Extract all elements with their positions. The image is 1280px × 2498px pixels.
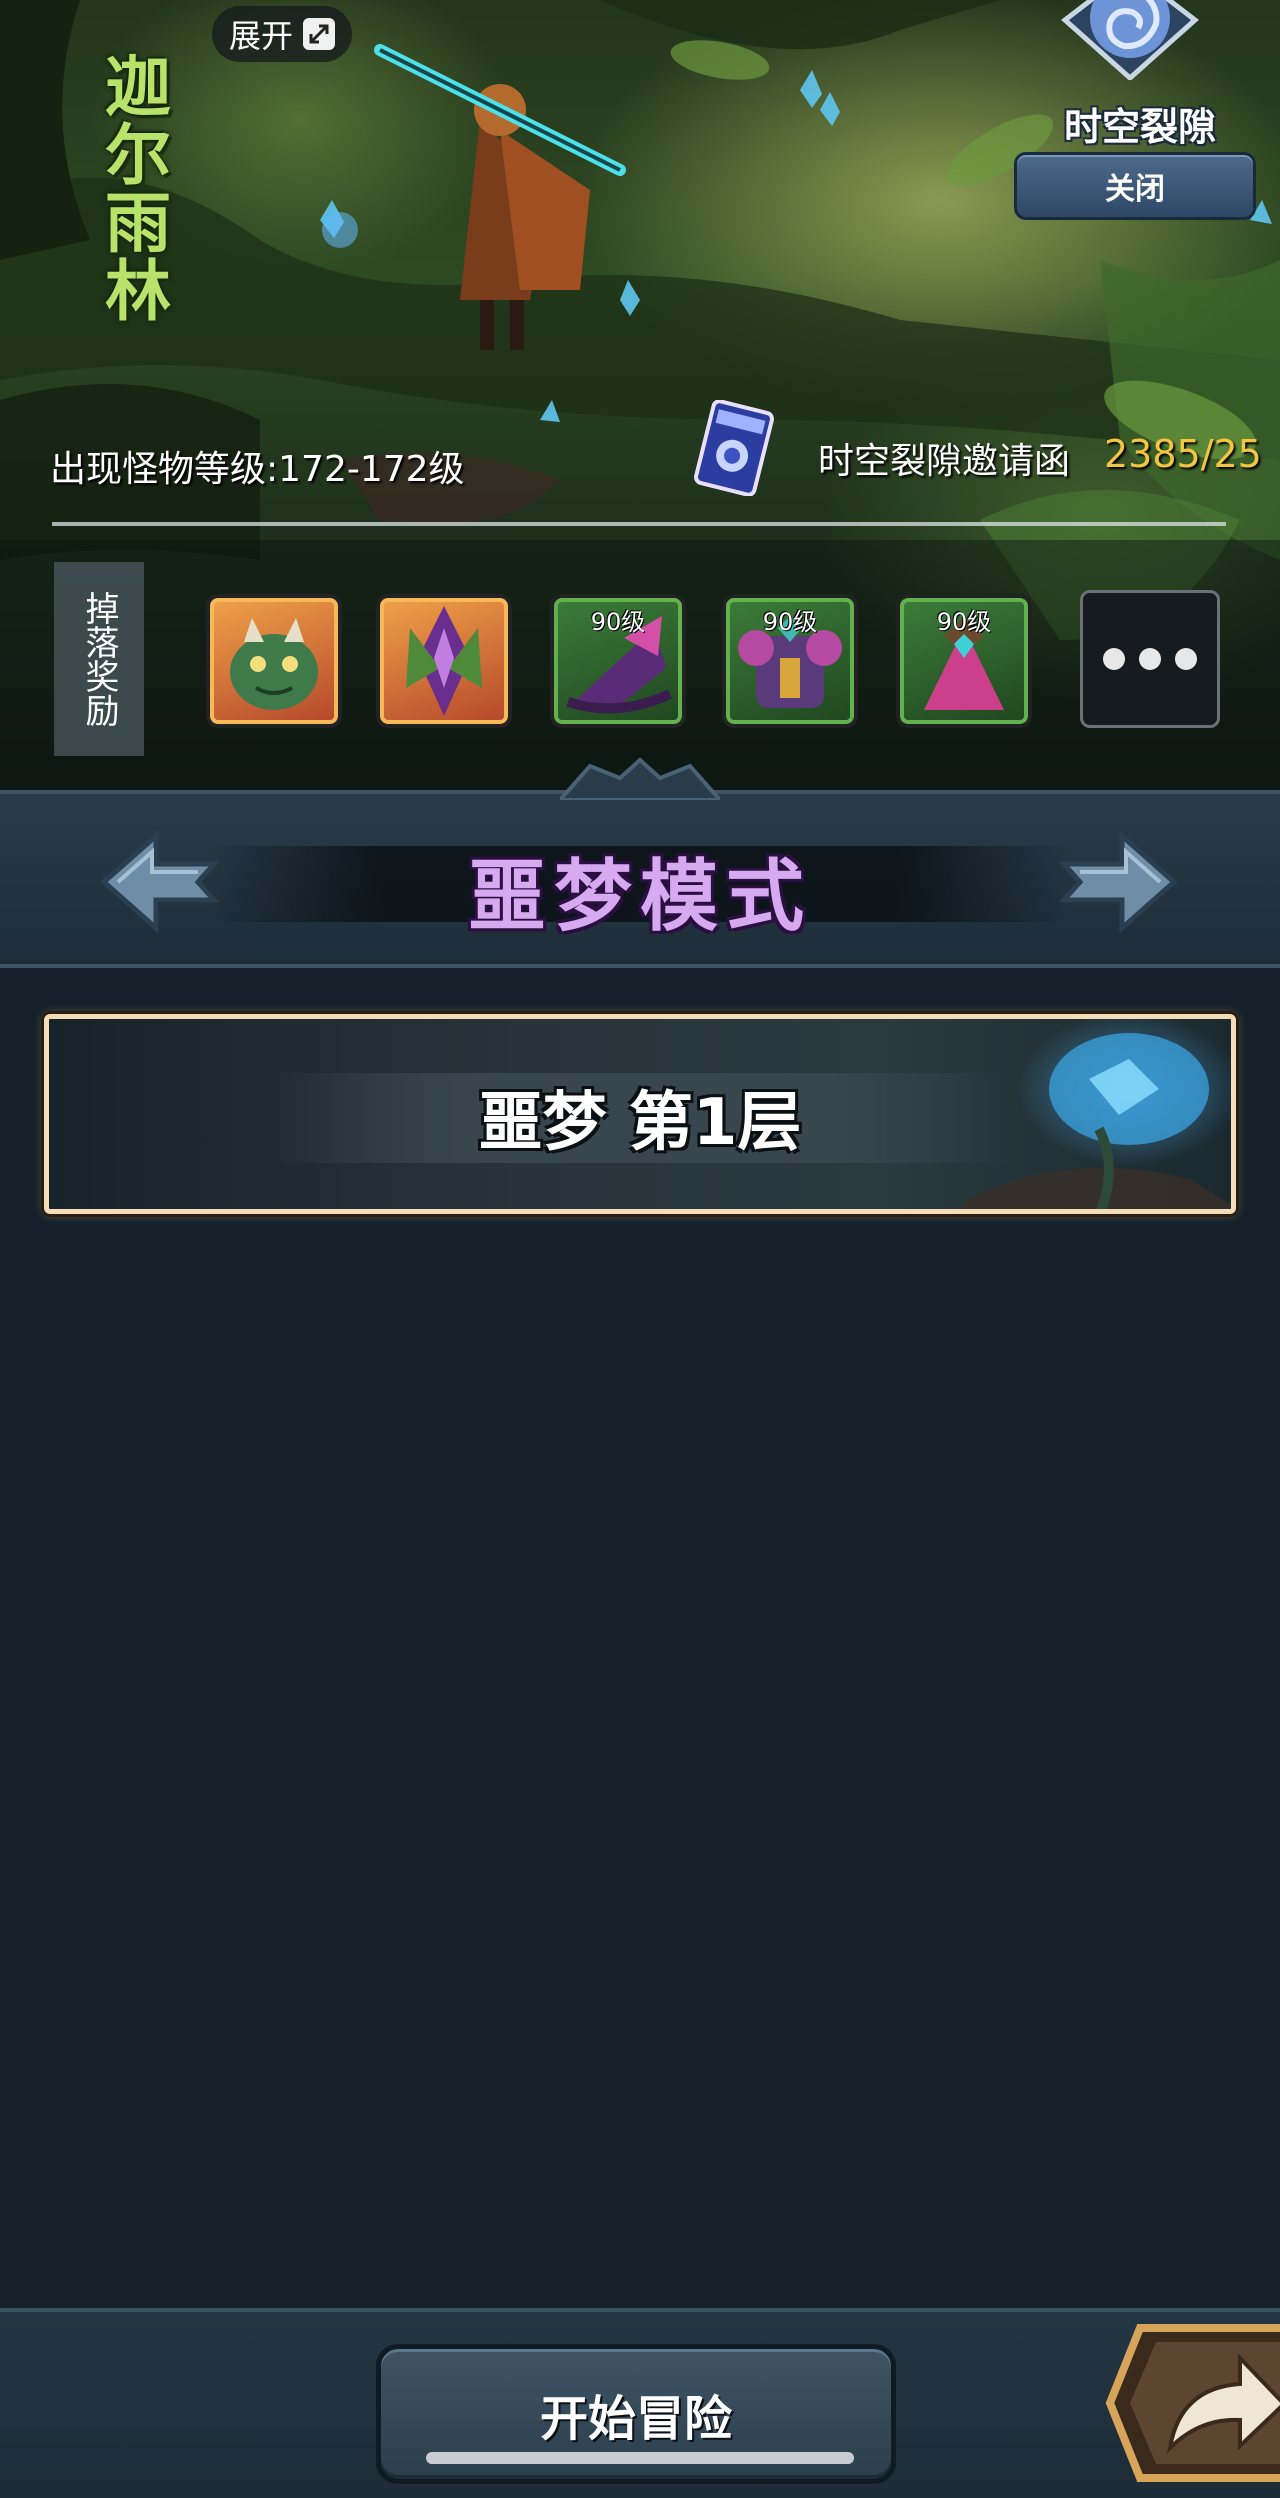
reward-item-purple-thorn[interactable]	[376, 594, 512, 728]
close-rift-button[interactable]: 关闭	[1014, 152, 1256, 220]
time-rift-title: 时空裂隙	[1063, 105, 1216, 149]
more-rewards-button[interactable]	[1080, 590, 1220, 728]
reward-level: 90级	[590, 608, 646, 636]
reward-item-green-dragon[interactable]	[206, 594, 342, 728]
floor-list: 噩梦 第1层	[0, 968, 1280, 2308]
hero-divider	[52, 522, 1226, 526]
time-rift-portal-icon[interactable]	[1060, 0, 1200, 80]
expand-arrows-icon	[303, 18, 335, 50]
reward-item-witch-hat[interactable]: 90级	[550, 594, 686, 728]
reward-level: 90级	[936, 608, 992, 636]
next-mode-arrow-icon[interactable]	[1054, 822, 1184, 942]
expand-button[interactable]: 展开	[212, 6, 352, 62]
green-dragon-icon	[230, 618, 318, 710]
more-dot-icon	[1139, 648, 1161, 670]
invite-letter-count: 2385/25	[1104, 432, 1262, 476]
reward-level: 90级	[762, 608, 818, 636]
drop-rewards-label: 掉落奖励	[54, 562, 144, 756]
reward-item-pink-cloak[interactable]: 90级	[896, 594, 1032, 728]
nightmare-mode-screen: 迦尔雨林 展开 时空裂隙 关闭 出现怪物等级:172-172级 时空裂隙邀请函 …	[0, 0, 1280, 2498]
bottom-action-bar: 开始冒险	[0, 2308, 1280, 2498]
reward-item-armor[interactable]: 90级	[722, 594, 858, 728]
expand-label: 展开	[228, 17, 293, 55]
home-indicator	[426, 2452, 854, 2464]
purple-thorn-icon	[406, 606, 482, 716]
mode-selector-bar: 噩梦模式	[0, 790, 1280, 968]
monster-level-text: 出现怪物等级:172-172级	[50, 449, 465, 490]
more-dot-icon	[1175, 648, 1197, 670]
mode-title: 噩梦模式	[467, 852, 812, 942]
floor-item-1[interactable]: 噩梦 第1层	[44, 1014, 1236, 1214]
zone-hero-banner: 迦尔雨林 展开 时空裂隙 关闭 出现怪物等级:172-172级 时空裂隙邀请函 …	[0, 0, 1280, 790]
mode-bar-notch-ornament	[560, 757, 720, 800]
share-arrow-button[interactable]	[1100, 2318, 1280, 2488]
more-dot-icon	[1103, 648, 1125, 670]
previous-mode-arrow-icon[interactable]	[94, 822, 224, 942]
invite-letter-label: 时空裂隙邀请函	[818, 441, 1071, 482]
zone-title: 迦尔雨林	[94, 52, 172, 324]
floor-label: 噩梦 第1层	[478, 1086, 802, 1160]
invite-letter-icon	[694, 400, 774, 496]
